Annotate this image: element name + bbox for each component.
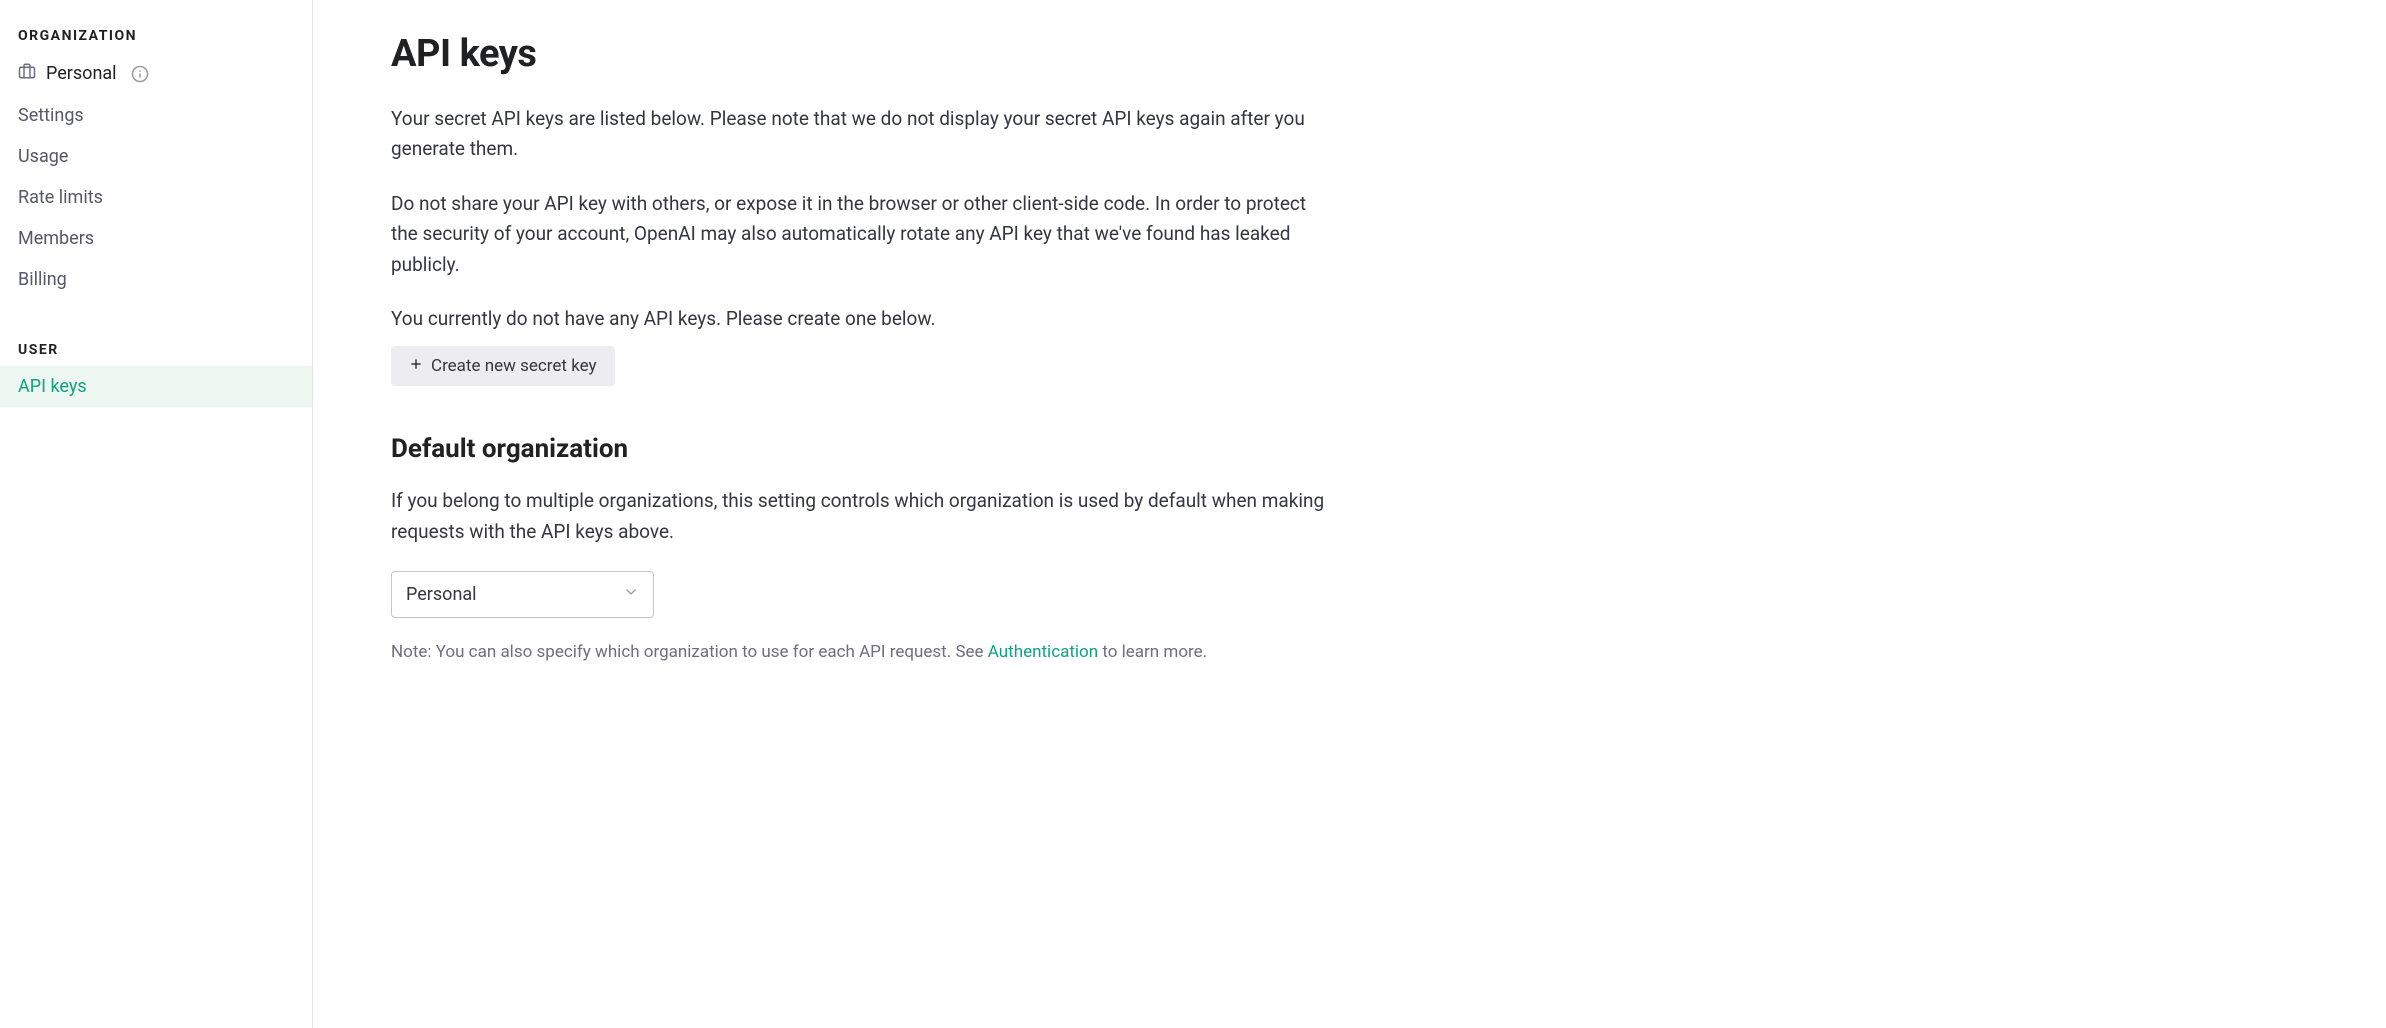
create-button-label: Create new secret key [431,356,597,376]
intro-paragraph-1: Your secret API keys are listed below. P… [391,104,1335,165]
page-title: API keys [391,32,1335,76]
sidebar-item-label: Usage [18,146,68,167]
main-content: API keys Your secret API keys are listed… [313,0,1413,1028]
chevron-down-icon [623,584,639,605]
sidebar-item-billing[interactable]: Billing [0,259,312,300]
empty-state-text: You currently do not have any API keys. … [391,304,1335,334]
sidebar-item-org-personal[interactable]: Personal [0,52,312,95]
authentication-link[interactable]: Authentication [988,642,1098,662]
sidebar-item-api-keys[interactable]: API keys [0,366,312,407]
org-select-box[interactable]: Personal [391,571,654,618]
briefcase-icon [18,62,36,85]
plus-icon [409,356,423,376]
sidebar-item-label: Members [18,228,94,249]
sidebar-item-label: API keys [18,376,87,397]
sidebar: ORGANIZATION Personal Settings Usage Rat… [0,0,313,1028]
sidebar-user-header: USER [0,300,312,366]
create-secret-key-button[interactable]: Create new secret key [391,346,615,386]
org-select[interactable]: Personal [391,571,654,618]
info-icon[interactable] [131,65,149,83]
org-select-value: Personal [406,584,477,605]
org-note: Note: You can also specify which organiz… [391,640,1335,666]
sidebar-org-header: ORGANIZATION [0,28,312,52]
sidebar-item-label: Rate limits [18,187,103,208]
sidebar-item-settings[interactable]: Settings [0,95,312,136]
intro-paragraph-2: Do not share your API key with others, o… [391,189,1335,280]
sidebar-item-rate-limits[interactable]: Rate limits [0,177,312,218]
note-prefix: Note: You can also specify which organiz… [391,642,988,662]
sidebar-item-label: Settings [18,105,84,126]
sidebar-item-members[interactable]: Members [0,218,312,259]
sidebar-item-usage[interactable]: Usage [0,136,312,177]
note-suffix: to learn more. [1098,642,1207,662]
sidebar-org-name: Personal [46,63,117,84]
default-org-description: If you belong to multiple organizations,… [391,486,1335,547]
default-org-title: Default organization [391,434,1335,464]
sidebar-item-label: Billing [18,269,67,290]
